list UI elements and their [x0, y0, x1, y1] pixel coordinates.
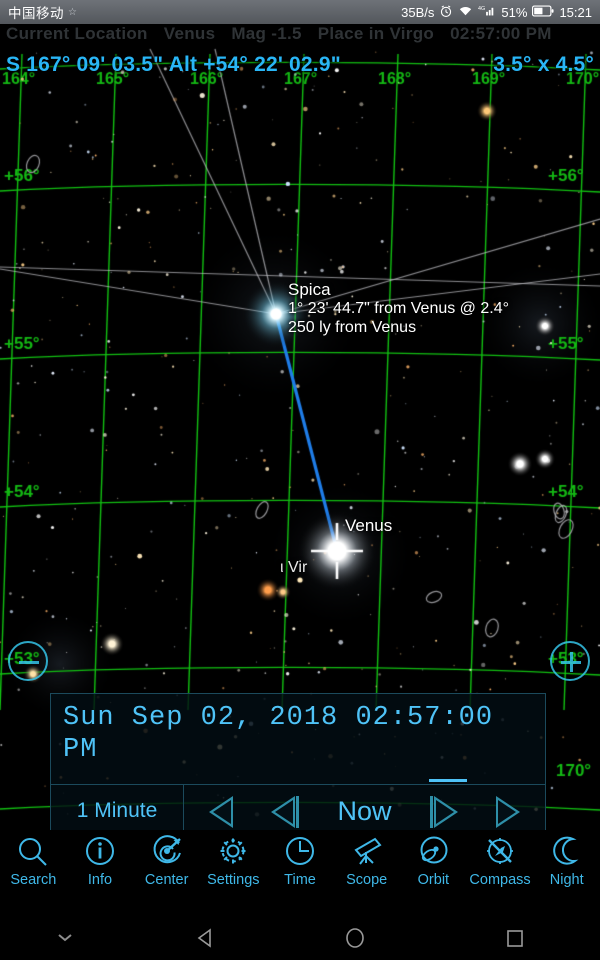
fast-forward-icon[interactable]: [495, 792, 520, 831]
ghost-location: Current Location: [6, 24, 148, 43]
iota-vir-name: ι Vir: [280, 559, 308, 576]
toolbar-label-info: Info: [87, 872, 113, 888]
ghost-time: 02:57:00 PM: [450, 24, 552, 43]
search-icon: [15, 834, 51, 870]
toolbar-item-time[interactable]: Time: [267, 834, 334, 888]
carrier-sub-icon: ☆: [68, 6, 77, 18]
orbit-icon: [415, 834, 451, 870]
sky-view[interactable]: Current Location Venus Mag -1.5 Place in…: [0, 24, 600, 830]
svg-text:4G: 4G: [478, 6, 485, 12]
info-icon: [82, 834, 118, 870]
android-status-bar: 中国移动 ☆ 35B/s 4G 51% 15:21: [0, 0, 600, 24]
field-of-view-label: 3.5° x 4.5°: [493, 53, 594, 76]
coordinate-readout: S 167° 09' 03.5" Alt +54° 22' 02.9" 3.5°…: [0, 53, 600, 77]
toolbar-item-scope[interactable]: Scope: [333, 834, 400, 888]
alarm-clock-icon: [439, 4, 453, 21]
rewind-icon[interactable]: [209, 792, 234, 831]
back-triangle-icon[interactable]: [130, 927, 280, 949]
carrier-label: 中国移动: [8, 6, 64, 21]
datetime-field-underline: [429, 779, 467, 782]
step-back-icon[interactable]: [271, 792, 300, 831]
iota-vir-label[interactable]: ι Vir: [280, 559, 307, 577]
toolbar-label-center: Center: [144, 872, 189, 888]
toolbar-item-night[interactable]: Night: [533, 834, 600, 888]
gear-icon: [215, 834, 251, 870]
ghost-place: Place in Virgo: [317, 24, 435, 43]
bottom-toolbar: Search Info Center Settings Time Scope O…: [0, 830, 600, 915]
toolbar-label-scope: Scope: [346, 872, 388, 888]
ghost-object: Venus: [163, 24, 216, 43]
compass-off-icon: [482, 834, 518, 870]
now-button[interactable]: Now: [337, 792, 391, 831]
toolbar-label-orbit: Orbit: [417, 872, 450, 888]
time-control-bar: 1 Minute Now: [51, 784, 545, 830]
toolbar-label-settings: Settings: [207, 872, 260, 888]
time-step-button[interactable]: 1 Minute: [51, 785, 184, 830]
datetime-display[interactable]: Sun Sep 02, 2018 02:57:00 PM: [51, 694, 545, 766]
clock-icon: [282, 834, 318, 870]
statusbar-clock: 15:21: [559, 4, 592, 20]
telescope-icon: [349, 834, 385, 870]
app-root: 中国移动 ☆ 35B/s 4G 51% 15:21 Current Locati…: [0, 0, 600, 960]
step-forward-icon[interactable]: [429, 792, 458, 831]
toolbar-label-night: Night: [549, 872, 584, 888]
time-panel: Sun Sep 02, 2018 02:57:00 PM 1 Minute No…: [50, 693, 546, 830]
toolbar-item-search[interactable]: Search: [0, 834, 67, 888]
toolbar-item-info[interactable]: Info: [67, 834, 134, 888]
signal-4g-icon: 4G: [478, 4, 496, 20]
toolbar-item-compass[interactable]: Compass: [467, 834, 534, 888]
previous-header-ghost: Current Location Venus Mag -1.5 Place in…: [0, 24, 600, 44]
toolbar-label-compass: Compass: [469, 872, 531, 888]
network-speed-label: 35B/s: [401, 4, 435, 20]
toolbar-item-center[interactable]: Center: [133, 834, 200, 888]
android-nav-bar: [0, 915, 600, 960]
recents-square-icon[interactable]: [430, 927, 600, 949]
chevron-down-icon[interactable]: [0, 932, 130, 944]
toolbar-label-time: Time: [284, 872, 316, 888]
zoom-out-icon[interactable]: [8, 641, 48, 681]
altaz-coordinates: S 167° 09' 03.5" Alt +54° 22' 02.9": [6, 53, 341, 76]
home-circle-icon[interactable]: [280, 926, 430, 950]
ghost-magnitude: Mag -1.5: [231, 24, 302, 43]
wifi-icon: [458, 4, 473, 20]
toolbar-item-orbit[interactable]: Orbit: [400, 834, 467, 888]
center-target-icon: [149, 834, 185, 870]
battery-percent-label: 51%: [501, 4, 528, 20]
battery-icon: [532, 4, 554, 20]
toolbar-item-settings[interactable]: Settings: [200, 834, 267, 888]
zoom-in-icon[interactable]: [550, 641, 590, 681]
moon-icon: [549, 834, 585, 870]
toolbar-label-search: Search: [10, 872, 57, 888]
